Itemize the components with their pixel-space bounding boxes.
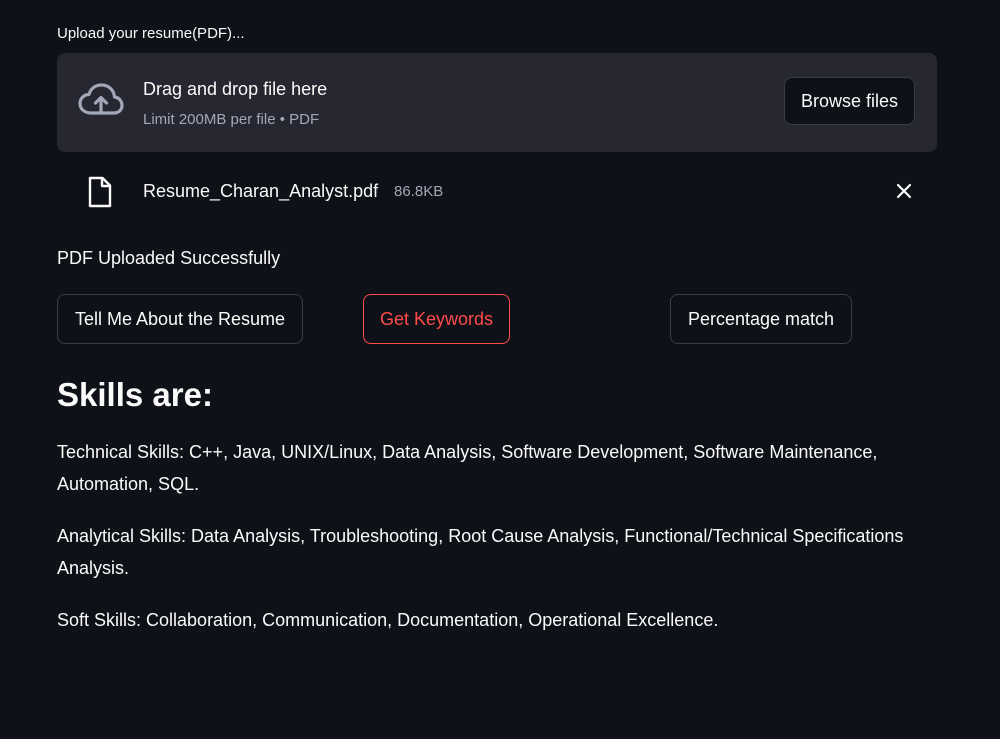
skills-heading: Skills are: — [57, 376, 213, 413]
dropzone-limit: Limit 200MB per file • PDF — [143, 111, 320, 128]
dropzone-title: Drag and drop file here — [143, 79, 328, 99]
app-page: Upload your resume(PDF)... Drag and drop… — [0, 0, 1000, 739]
uploaded-file-row: Resume_Charan_Analyst.pdf 86.8KB — [57, 170, 937, 214]
upload-label: Upload your resume(PDF)... — [57, 25, 245, 42]
remove-file-button[interactable] — [889, 178, 919, 208]
analytical-skills-text: Analytical Skills: Data Analysis, Troubl… — [57, 526, 904, 578]
get-keywords-button[interactable]: Get Keywords — [363, 294, 510, 344]
upload-status-text: PDF Uploaded Successfully — [57, 248, 281, 268]
file-size: 86.8KB — [394, 183, 444, 200]
file-dropzone[interactable]: Drag and drop file here Limit 200MB per … — [57, 53, 937, 152]
close-icon — [896, 183, 912, 204]
file-icon — [87, 176, 113, 208]
soft-skills-text: Soft Skills: Collaboration, Communicatio… — [57, 610, 719, 630]
technical-skills-text: Technical Skills: C++, Java, UNIX/Linux,… — [57, 442, 878, 494]
tell-me-about-resume-button[interactable]: Tell Me About the Resume — [57, 294, 303, 344]
percentage-match-button[interactable]: Percentage match — [670, 294, 852, 344]
cloud-upload-icon — [77, 81, 125, 121]
file-name: Resume_Charan_Analyst.pdf — [143, 181, 379, 201]
browse-files-button[interactable]: Browse files — [784, 77, 915, 125]
